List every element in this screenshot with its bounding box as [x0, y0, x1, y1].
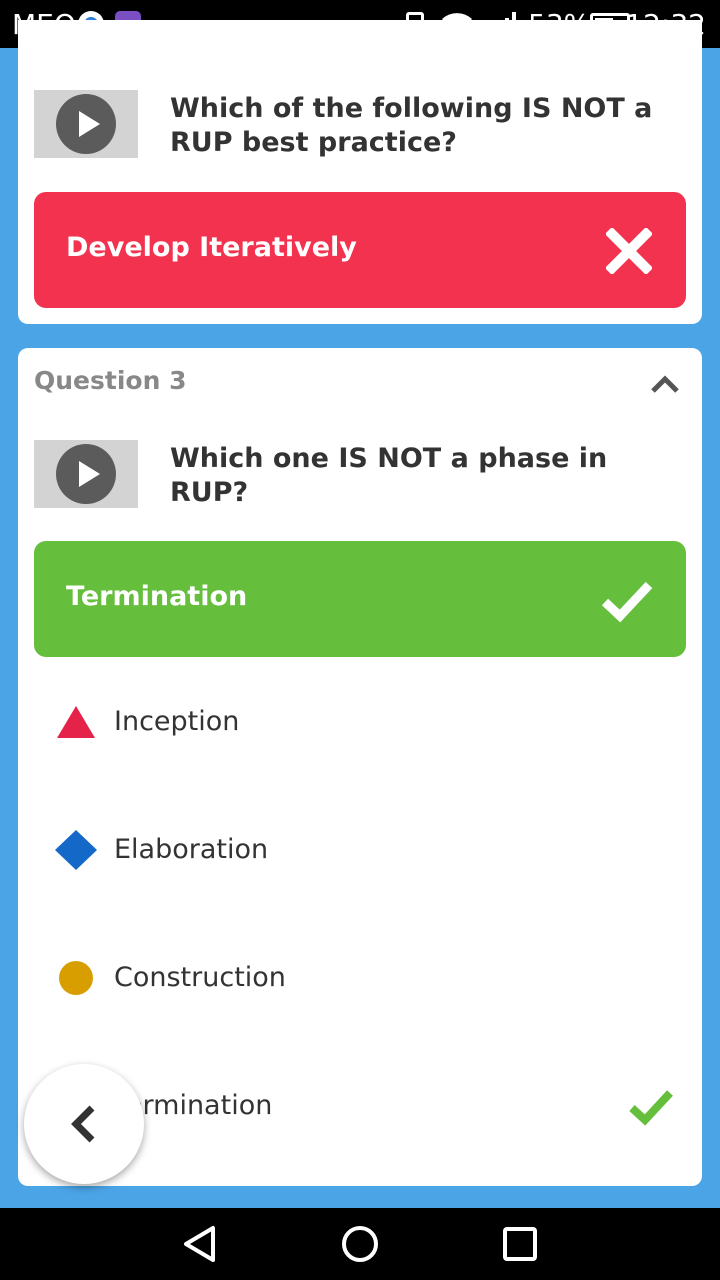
check-icon — [601, 581, 653, 623]
question-card: Question 3 Which one IS NOT a phase in R… — [18, 348, 702, 1186]
video-thumbnail[interactable] — [34, 440, 138, 508]
play-icon[interactable] — [56, 94, 116, 154]
option-label: Inception — [114, 706, 240, 737]
back-triangle-icon[interactable] — [180, 1224, 220, 1264]
correct-answer-box: Termination — [34, 541, 686, 657]
question-number: Question 3 — [34, 366, 187, 395]
option-inception: Inception — [54, 692, 674, 752]
answer-label: Termination — [66, 581, 248, 612]
circle-icon — [59, 961, 93, 995]
previous-question-card: Which of the following IS NOT a RUP best… — [18, 20, 702, 324]
back-button[interactable] — [24, 1064, 144, 1184]
option-label: Elaboration — [114, 834, 269, 865]
option-label: Construction — [114, 962, 286, 993]
wrong-answer-box: Develop Iteratively — [34, 192, 686, 308]
option-elaboration: Elaboration — [54, 820, 674, 880]
option-construction: Construction — [54, 948, 674, 1008]
play-icon[interactable] — [56, 444, 116, 504]
chevron-up-icon[interactable] — [650, 374, 680, 394]
cross-icon — [606, 228, 652, 274]
video-thumbnail[interactable] — [34, 90, 138, 158]
diamond-icon — [55, 830, 97, 870]
chevron-left-icon — [71, 1105, 95, 1143]
navigation-bar — [0, 1208, 720, 1280]
home-circle-icon[interactable] — [340, 1224, 380, 1264]
triangle-icon — [57, 706, 95, 738]
question-text: Which one IS NOT a phase in RUP? — [170, 443, 608, 508]
answer-label: Develop Iteratively — [66, 232, 357, 263]
check-icon — [629, 1090, 673, 1126]
question-text: Which of the following IS NOT a RUP best… — [170, 93, 653, 158]
recents-square-icon[interactable] — [500, 1224, 540, 1264]
option-termination: Termination — [54, 1076, 674, 1136]
